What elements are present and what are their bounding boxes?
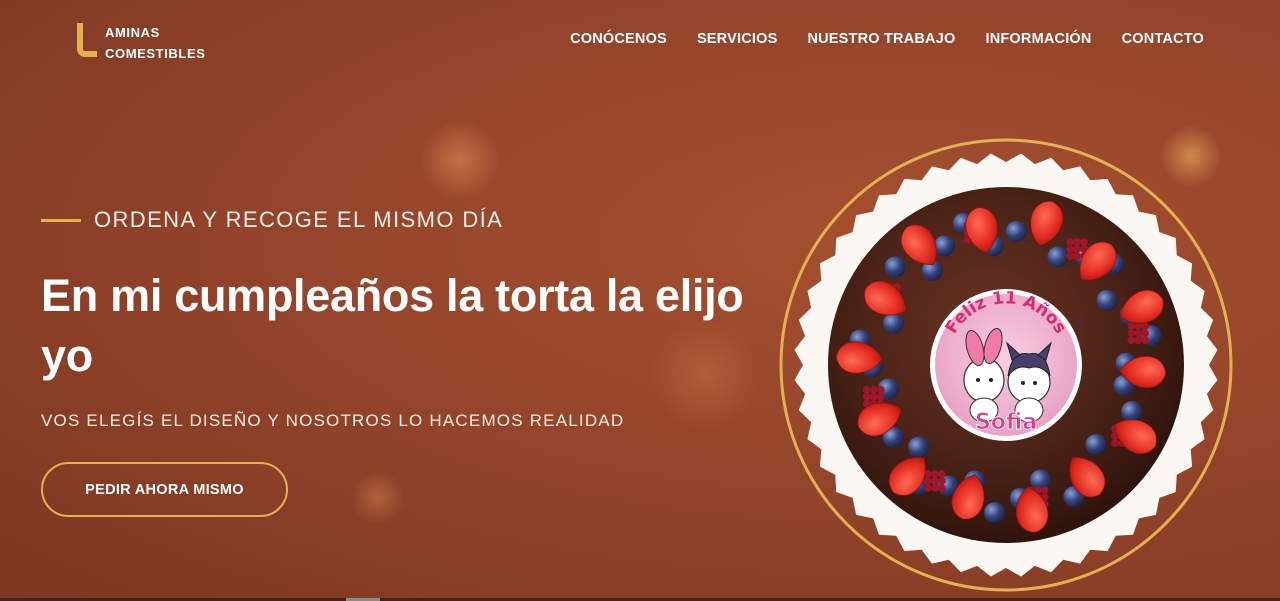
- blueberry-icon: [934, 235, 956, 257]
- pomegranate-seed-icon: [938, 477, 946, 485]
- brand-name: AMINAS COMESTIBLES: [105, 22, 206, 64]
- pomegranate-seed-icon: [1066, 252, 1074, 260]
- background-bokeh: [420, 120, 500, 200]
- blueberry-icon: [908, 436, 930, 458]
- pomegranate-seed-icon: [1073, 252, 1081, 260]
- pomegranate-seed-icon: [876, 385, 885, 394]
- pomegranate-seed-icon: [1127, 336, 1136, 345]
- blueberry-icon: [1005, 220, 1027, 242]
- pomegranate-seed-icon: [1066, 245, 1074, 253]
- blueberry-icon: [882, 312, 904, 334]
- pomegranate-seed-icon: [1111, 439, 1119, 447]
- pomegranate-seed-icon: [876, 392, 885, 401]
- pomegranate-seed-icon: [862, 385, 871, 394]
- blueberry-icon: [1030, 469, 1052, 491]
- pomegranate-seed-icon: [931, 477, 939, 485]
- nav-link-informacion[interactable]: INFORMACIÓN: [985, 31, 1091, 47]
- blueberry-icon: [884, 256, 906, 278]
- pomegranate-seed-icon: [1134, 336, 1143, 345]
- pomegranate-seed-icon: [924, 477, 932, 485]
- nav-link-conocenos[interactable]: CONÓCENOS: [570, 31, 667, 47]
- cake-illustration: Feliz 11 Años Sofia: [779, 138, 1233, 592]
- blueberry-icon: [1096, 289, 1118, 311]
- pomegranate-seed-icon: [1080, 238, 1088, 246]
- pomegranate-seed-icon: [1127, 329, 1136, 338]
- main-nav: CONÓCENOS SERVICIOS NUESTRO TRABAJO INFO…: [570, 31, 1204, 47]
- nav-link-servicios[interactable]: SERVICIOS: [697, 31, 778, 47]
- blueberry-icon: [1121, 401, 1143, 423]
- logo-mark-icon: [77, 23, 97, 57]
- pomegranate-seed-icon: [1141, 322, 1150, 331]
- blueberry-icon: [984, 502, 1006, 524]
- hero-headline: En mi cumpleaños la torta la elijo yo: [41, 270, 744, 381]
- pomegranate-seed-icon: [1040, 486, 1049, 495]
- brand-name-line1: AMINAS: [105, 25, 160, 40]
- brand-name-line2: COMESTIBLES: [105, 46, 206, 61]
- pomegranate-seed-icon: [1134, 329, 1143, 338]
- pomegranate-seed-icon: [1073, 245, 1081, 253]
- pomegranate-seed-icon: [924, 484, 932, 492]
- pomegranate-seed-icon: [1141, 329, 1150, 338]
- pomegranate-seed-icon: [931, 470, 939, 478]
- pomegranate-seed-icon: [938, 484, 946, 492]
- background-bokeh: [350, 470, 405, 525]
- blueberry-icon: [1085, 434, 1107, 456]
- topper-name: Sofia: [975, 410, 1037, 435]
- pomegranate-seed-icon: [869, 392, 878, 401]
- hero-eyebrow: ORDENA Y RECOGE EL MISMO DÍA: [41, 207, 503, 233]
- pomegranate-seed-icon: [1066, 238, 1074, 246]
- blueberry-icon: [1047, 246, 1069, 268]
- nav-link-nuestro-trabajo[interactable]: NUESTRO TRABAJO: [807, 31, 955, 47]
- order-now-button[interactable]: PEDIR AHORA MISMO: [41, 462, 288, 517]
- brand-logo[interactable]: AMINAS COMESTIBLES: [77, 22, 206, 64]
- pomegranate-seed-icon: [931, 484, 939, 492]
- nav-link-contacto[interactable]: CONTACTO: [1122, 31, 1204, 47]
- eyebrow-text: ORDENA Y RECOGE EL MISMO DÍA: [94, 207, 504, 232]
- pomegranate-seed-icon: [869, 385, 878, 394]
- cake-image: Feliz 11 Años Sofia: [779, 138, 1234, 593]
- pomegranate-seed-icon: [1073, 238, 1081, 246]
- hero-subline: VOS ELEGÍS EL DISEÑO Y NOSOTROS LO HACEM…: [41, 411, 625, 430]
- pomegranate-seed-icon: [1134, 322, 1143, 331]
- eyebrow-divider: [41, 218, 81, 222]
- pomegranate-seed-icon: [1141, 336, 1150, 345]
- pomegranate-seed-icon: [862, 392, 871, 401]
- pomegranate-seed-icon: [938, 470, 946, 478]
- pomegranate-seed-icon: [1127, 322, 1136, 331]
